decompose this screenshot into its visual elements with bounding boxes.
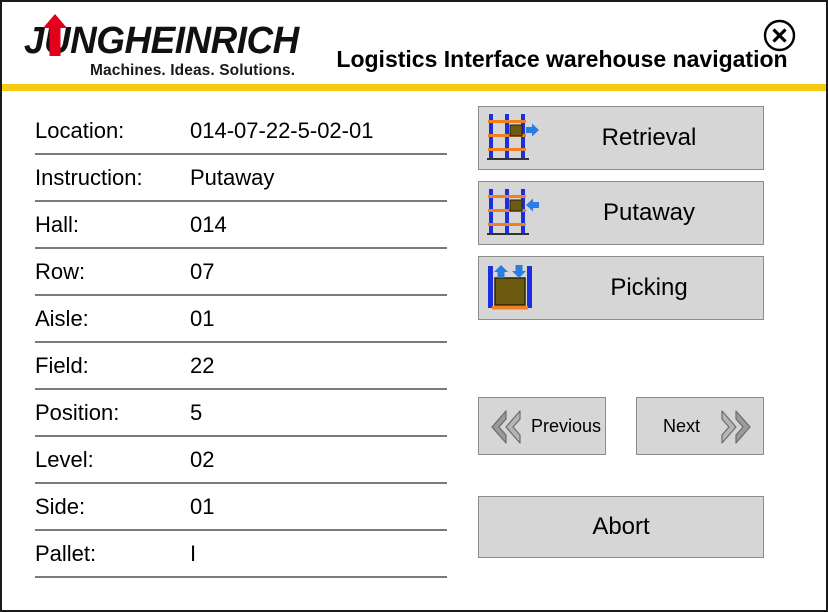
row-label: Pallet: <box>35 540 97 566</box>
previous-label: Previous <box>531 416 602 436</box>
abort-button[interactable]: Abort <box>478 496 764 558</box>
row-value: 22 <box>190 352 215 378</box>
picking-button[interactable]: Picking <box>478 256 764 320</box>
next-label: Next <box>663 416 701 436</box>
app-header: JUNGHEINRICH Machines. Ideas. Solutions.… <box>2 2 826 91</box>
row-label: Hall: <box>35 211 80 237</box>
logo-tagline: Machines. Ideas. Solutions. <box>90 62 296 79</box>
putaway-label: Putaway <box>602 199 696 226</box>
row-label: Location: <box>35 117 125 143</box>
page-title: Logistics Interface warehouse navigation <box>336 46 788 72</box>
warehouse-navigation-window: JUNGHEINRICH Machines. Ideas. Solutions.… <box>0 0 828 612</box>
putaway-button[interactable]: Putaway <box>478 181 764 245</box>
next-button[interactable]: Next <box>636 397 764 455</box>
row-value: Putaway <box>190 164 275 190</box>
row-value: 014-07-22-5-02-01 <box>190 117 374 143</box>
location-info-table: Location: 014-07-22-5-02-01 Instruction:… <box>35 108 447 578</box>
double-chevron-left-icon <box>491 410 521 444</box>
row-value: 014 <box>190 211 227 237</box>
row-label: Row: <box>35 258 86 284</box>
row-label: Instruction: <box>35 164 143 190</box>
row-value: 01 <box>190 493 215 519</box>
brand-accent-bar <box>2 84 826 91</box>
table-row: Level: 02 <box>35 437 447 484</box>
row-value: I <box>190 540 197 566</box>
rack-arrow-right-icon <box>483 110 541 166</box>
retrieval-label: Retrieval <box>601 124 697 151</box>
double-chevron-right-icon <box>721 410 751 444</box>
action-button-panel: Retrieval Putaway Picking <box>478 106 766 331</box>
row-value: 02 <box>190 446 215 472</box>
table-row: Side: 01 <box>35 484 447 531</box>
row-label: Position: <box>35 399 120 425</box>
abort-label: Abort <box>592 513 650 540</box>
logo-arrow-icon <box>43 14 67 56</box>
table-row: Field: 22 <box>35 343 447 390</box>
pallet-arrows-updown-icon <box>483 260 541 316</box>
close-circle-icon[interactable] <box>763 19 796 52</box>
jungheinrich-logo: JUNGHEINRICH Machines. Ideas. Solutions. <box>24 12 299 79</box>
row-value: 01 <box>190 305 215 331</box>
row-value: 5 <box>190 399 203 425</box>
row-label: Field: <box>35 352 89 378</box>
table-row: Row: 07 <box>35 249 447 296</box>
row-label: Side: <box>35 493 86 519</box>
row-label: Level: <box>35 446 94 472</box>
table-row: Pallet: I <box>35 531 447 578</box>
navigation-row: Previous Next <box>478 397 766 455</box>
rack-arrow-left-icon <box>483 185 541 241</box>
row-label: Aisle: <box>35 305 89 331</box>
row-value: 07 <box>190 258 215 284</box>
table-row: Location: 014-07-22-5-02-01 <box>35 108 447 155</box>
previous-button[interactable]: Previous <box>478 397 606 455</box>
table-row: Aisle: 01 <box>35 296 447 343</box>
table-row: Instruction: Putaway <box>35 155 447 202</box>
picking-label: Picking <box>610 274 688 301</box>
table-row: Position: 5 <box>35 390 447 437</box>
retrieval-button[interactable]: Retrieval <box>478 106 764 170</box>
table-row: Hall: 014 <box>35 202 447 249</box>
